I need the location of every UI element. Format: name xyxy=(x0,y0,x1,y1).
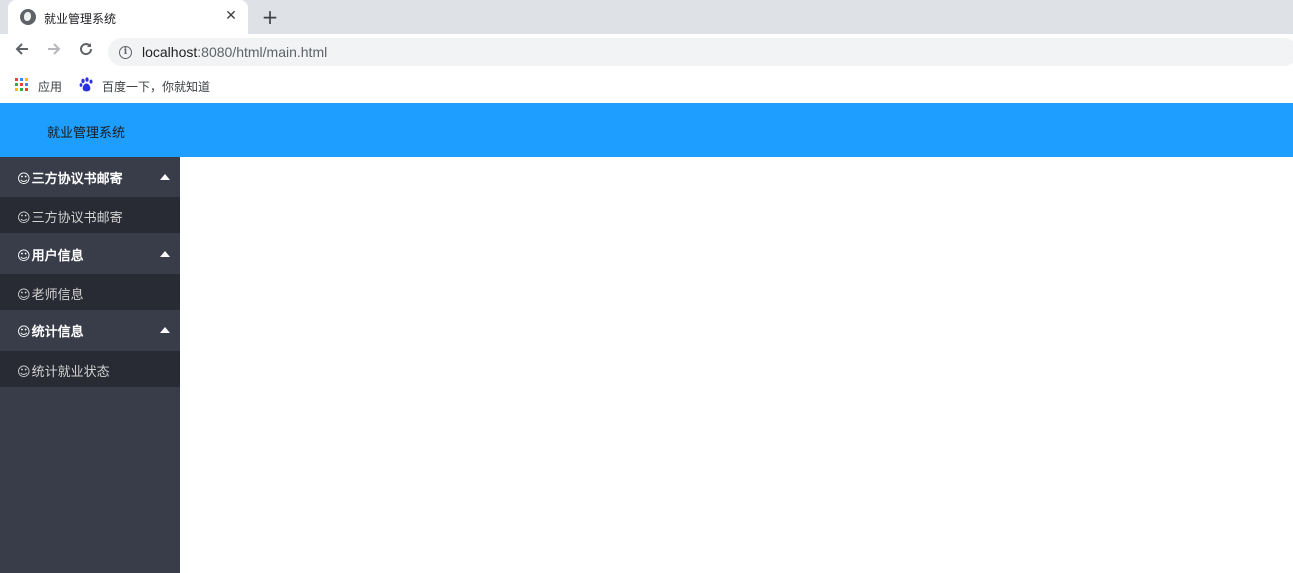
caret-up-icon xyxy=(160,327,170,333)
close-icon[interactable]: ✕ xyxy=(222,7,240,25)
back-icon[interactable] xyxy=(10,41,34,63)
sidebar-group-label: ☺用户信息 xyxy=(17,249,84,264)
url-text[interactable]: localhost:8080/html/main.html xyxy=(142,44,327,60)
sidebar: ☺三方协议书邮寄 ☺三方协议书邮寄 ☺用户信息 ☺老师信息 ☺统计信息 ☺统计就… xyxy=(0,157,180,573)
sidebar-group-agreement-mailing[interactable]: ☺三方协议书邮寄 xyxy=(0,157,180,197)
browser-tab[interactable]: 就业管理系统 ✕ xyxy=(8,0,248,34)
sidebar-item-label: ☺统计就业状态 xyxy=(17,365,110,380)
bookmark-baidu[interactable]: 百度一下，你就知道 xyxy=(102,78,210,95)
main-content xyxy=(180,157,1293,573)
browser-toolbar: i localhost:8080/html/main.html xyxy=(0,34,1293,70)
tab-title: 就业管理系统 xyxy=(44,12,117,26)
smiley-icon: ☺ xyxy=(17,288,31,303)
url-path: :8080/html/main.html xyxy=(197,44,328,60)
sidebar-item-label: ☺三方协议书邮寄 xyxy=(17,211,123,226)
info-icon[interactable]: i xyxy=(119,46,132,59)
smiley-icon: ☺ xyxy=(17,211,31,226)
globe-icon xyxy=(20,9,36,25)
sidebar-group-label: ☺统计信息 xyxy=(17,325,84,340)
bookmarks-bar: 应用 百度一下，你就知道 xyxy=(0,70,1293,102)
new-tab-button[interactable]: + xyxy=(258,5,282,29)
sidebar-item-label: ☺老师信息 xyxy=(17,288,84,303)
sidebar-group-user-info[interactable]: ☺用户信息 xyxy=(0,234,180,274)
sidebar-item-teacher-info[interactable]: ☺老师信息 xyxy=(0,274,180,310)
tab-strip: 就业管理系统 ✕ + xyxy=(0,0,1293,34)
sidebar-group-statistics[interactable]: ☺统计信息 xyxy=(0,310,180,350)
sidebar-item-agreement-mailing[interactable]: ☺三方协议书邮寄 xyxy=(0,197,180,233)
apps-grid-icon xyxy=(15,78,28,91)
sidebar-group-label: ☺三方协议书邮寄 xyxy=(17,172,123,187)
app-title: 就业管理系统 xyxy=(47,126,126,141)
smiley-icon: ☺ xyxy=(17,365,31,380)
forward-icon[interactable] xyxy=(42,41,66,63)
reload-icon[interactable] xyxy=(74,41,98,63)
smiley-icon: ☺ xyxy=(17,172,31,187)
baidu-paw-icon xyxy=(79,77,94,92)
app-header: 就业管理系统 xyxy=(0,103,1293,157)
caret-up-icon xyxy=(160,251,170,257)
url-host: localhost xyxy=(142,44,198,60)
sidebar-item-employment-stats[interactable]: ☺统计就业状态 xyxy=(0,351,180,387)
bookmark-apps[interactable]: 应用 xyxy=(38,78,62,95)
address-bar[interactable]: i localhost:8080/html/main.html xyxy=(108,38,1293,66)
caret-up-icon xyxy=(160,174,170,180)
smiley-icon: ☺ xyxy=(17,325,31,340)
smiley-icon: ☺ xyxy=(17,249,31,264)
